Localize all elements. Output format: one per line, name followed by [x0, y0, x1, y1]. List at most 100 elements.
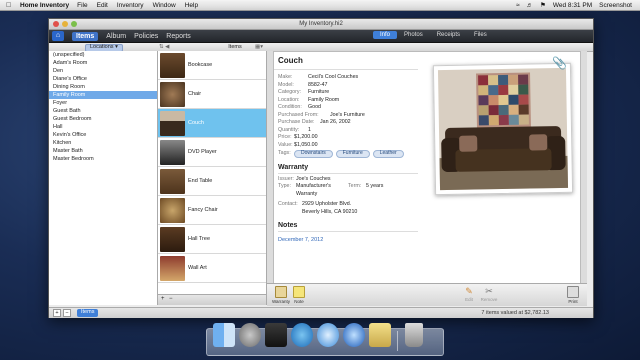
list-item[interactable]: DVD Player — [158, 138, 266, 167]
list-item[interactable]: Kitchen — [49, 139, 157, 147]
minimize-icon[interactable] — [62, 21, 68, 27]
list-item[interactable]: Diane's Office — [49, 75, 157, 83]
menu-help[interactable]: Help — [185, 2, 198, 9]
flag-icon[interactable]: ⚑ — [540, 1, 546, 9]
tab-receipts[interactable]: Receipts — [430, 31, 467, 39]
field-value[interactable]: Family Room — [308, 97, 339, 105]
safari-icon[interactable] — [343, 323, 365, 347]
item-label: DVD Player — [188, 149, 217, 155]
list-item[interactable]: Adam's Room — [49, 59, 157, 67]
item-thumbnail — [160, 139, 185, 165]
toolbar: ⌂ Items Album Policies Reports Info Phot… — [49, 30, 593, 43]
add-item-button[interactable]: + — [161, 296, 165, 302]
title-bar[interactable]: My Inventory.hi2 — [49, 19, 593, 30]
items-toggle-button[interactable]: Items — [77, 309, 99, 317]
tag-badge[interactable]: Downstairs — [294, 150, 333, 158]
status-area: ≈ ♬ ⚑ Wed 8:31 PM Screenshot — [509, 1, 640, 10]
menu-window[interactable]: Window — [153, 2, 176, 9]
tab-items[interactable]: Items — [72, 31, 99, 41]
clock[interactable]: Wed 8:31 PM — [553, 2, 592, 9]
view-options-icon[interactable]: ▦▾ — [255, 43, 263, 51]
list-item[interactable]: End Table — [158, 167, 266, 196]
tab-reports[interactable]: Reports — [166, 33, 191, 40]
list-item[interactable]: Hall Tree — [158, 225, 266, 254]
item-label: Wall Art — [188, 265, 207, 271]
item-thumbnail — [160, 81, 185, 107]
home-inventory-app-icon[interactable] — [369, 323, 391, 347]
volume-icon[interactable]: ♬ — [527, 2, 534, 9]
field-value[interactable]: Furniture — [308, 89, 329, 97]
tab-photos[interactable]: Photos — [397, 31, 430, 39]
item-photo[interactable] — [432, 62, 574, 196]
field-value[interactable]: $1,200.00 — [294, 134, 318, 142]
list-item[interactable]: Den — [49, 67, 157, 75]
list-item[interactable]: Chair — [158, 80, 266, 109]
field-value[interactable]: Cecil's Cool Couches — [308, 74, 358, 82]
remove-location-button[interactable]: − — [63, 309, 71, 317]
list-item[interactable]: Hall — [49, 123, 157, 131]
field-value[interactable]: Manufacturer's Warranty — [296, 183, 340, 198]
launchpad-icon[interactable] — [239, 323, 261, 347]
field-label: Value: — [278, 141, 293, 148]
wifi-icon[interactable]: ≈ — [516, 2, 520, 9]
list-item[interactable]: Wall Art — [158, 254, 266, 283]
field-label: Category: — [278, 89, 301, 95]
trash-icon[interactable] — [405, 323, 423, 347]
tab-files[interactable]: Files — [467, 31, 494, 39]
remove-item-button[interactable]: − — [169, 296, 173, 302]
field-value[interactable]: 8582-47 — [308, 82, 327, 90]
list-item[interactable]: (unspecified) — [49, 51, 157, 59]
field-value[interactable]: 1 — [308, 127, 311, 135]
list-item[interactable]: Foyer — [49, 99, 157, 107]
list-item[interactable]: Guest Bath — [49, 107, 157, 115]
detail-pane: Couch Make: Cecil's Cool Couches Model: 85… — [267, 51, 587, 305]
mission-control-icon[interactable] — [265, 323, 287, 347]
list-item-selected[interactable]: Family Room — [49, 91, 157, 99]
print-label: Print — [568, 299, 578, 304]
menu-edit[interactable]: Edit — [97, 2, 108, 9]
app-menu[interactable]: Home Inventory — [20, 2, 69, 9]
add-note-button[interactable]: Note — [287, 286, 311, 304]
field-label: Type: — [278, 183, 291, 189]
menu-inventory[interactable]: Inventory — [117, 2, 144, 9]
list-item[interactable]: Fancy Chair — [158, 196, 266, 225]
finder-icon[interactable] — [213, 323, 235, 347]
add-location-button[interactable]: + — [53, 309, 61, 317]
tag-badge[interactable]: Furniture — [335, 150, 370, 158]
sort-icon[interactable]: ⇅ ◀ — [159, 43, 169, 51]
warranty-type-line: Warranty — [296, 190, 318, 197]
field-value[interactable]: 2929 Upholster Blvd. Beverly Hills, CA 90… — [302, 201, 357, 216]
home-icon[interactable]: ⌂ — [52, 31, 64, 41]
itunes-icon[interactable] — [317, 323, 339, 347]
field-value[interactable]: Good — [308, 104, 321, 112]
field-value[interactable]: Jan 26, 2002 — [320, 119, 351, 127]
field-value[interactable]: Joe's Furniture — [330, 112, 365, 120]
list-item[interactable]: Kevin's Office — [49, 131, 157, 139]
apple-icon[interactable]:  — [6, 2, 16, 9]
list-item[interactable]: Master Bath — [49, 147, 157, 155]
tab-info[interactable]: Info — [373, 31, 398, 39]
field-value[interactable]: Joe's Couches — [296, 176, 331, 184]
tag-list: Downstairs Furniture Leather — [294, 150, 404, 158]
menu-file[interactable]: File — [77, 2, 87, 9]
user-menu[interactable]: Screenshot — [599, 2, 632, 9]
item-thumbnail — [160, 110, 185, 136]
list-item[interactable]: Guest Bedroom — [49, 115, 157, 123]
printer-icon — [567, 286, 579, 298]
field-value[interactable]: $1,050.00 — [294, 142, 318, 150]
list-item[interactable]: Master Bedroom — [49, 155, 157, 163]
tag-badge[interactable]: Leather — [372, 150, 404, 158]
tab-album[interactable]: Album — [106, 33, 126, 40]
zoom-icon[interactable] — [71, 21, 77, 27]
list-item-selected[interactable]: Couch — [158, 109, 266, 138]
note-date-link[interactable]: December 7, 2012 — [274, 234, 580, 246]
app-store-icon[interactable] — [291, 323, 313, 347]
close-icon[interactable] — [53, 21, 59, 27]
print-button[interactable]: Print — [561, 286, 585, 304]
list-item[interactable]: Bookcase — [158, 51, 266, 80]
list-item[interactable]: Dining Room — [49, 83, 157, 91]
items-list: Bookcase Chair Couch DVD Player End Tabl… — [158, 51, 267, 305]
remove-button[interactable]: ✂ Remove — [477, 286, 501, 302]
tab-policies[interactable]: Policies — [134, 33, 158, 40]
field-value[interactable]: 5 years — [366, 183, 383, 198]
